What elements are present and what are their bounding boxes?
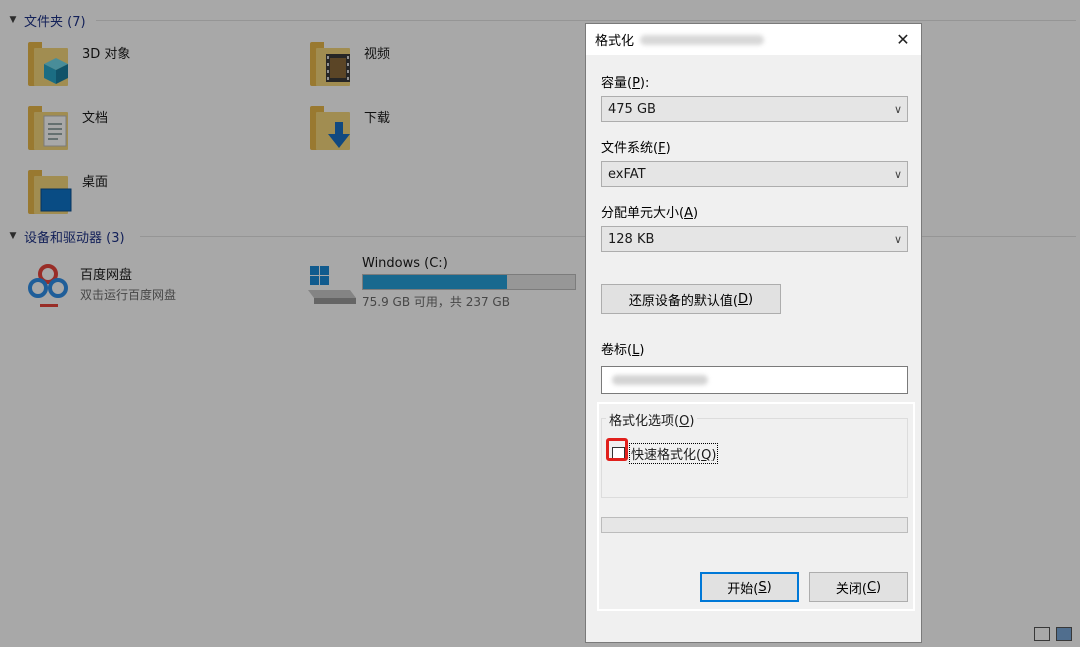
drive-usage-bar bbox=[362, 274, 576, 290]
chevron-down-icon: ▼ bbox=[9, 15, 17, 25]
desktop-folder-icon bbox=[26, 168, 76, 218]
view-toggle-group bbox=[1034, 627, 1072, 641]
chevron-down-icon: ▼ bbox=[9, 231, 17, 241]
folder-3d-objects[interactable]: 3D 对象 bbox=[26, 40, 130, 90]
folder-desktop[interactable]: 桌面 bbox=[26, 168, 108, 218]
close-icon[interactable]: ✕ bbox=[885, 24, 921, 55]
baidu-netdisk-icon bbox=[26, 262, 76, 312]
allocation-unit-label: 分配单元大小(A) bbox=[601, 206, 699, 221]
large-icons-view-icon[interactable] bbox=[1056, 627, 1072, 641]
drive-usage-fill bbox=[363, 275, 508, 289]
volume-label-input[interactable] bbox=[601, 366, 908, 394]
documents-folder-icon bbox=[26, 104, 76, 154]
windows-drive-icon bbox=[306, 256, 358, 308]
chevron-down-icon: ∨ bbox=[893, 232, 903, 246]
quick-format-label: 快速格式化(Q) bbox=[629, 443, 719, 464]
dialog-title: 格式化 bbox=[595, 34, 635, 49]
volume-label-label: 卷标(L) bbox=[601, 343, 645, 358]
drive-subtitle: 75.9 GB 可用，共 237 GB bbox=[362, 295, 510, 309]
folders-header-label: 文件夹 (7) bbox=[24, 14, 86, 30]
folder-label: 下载 bbox=[364, 111, 391, 126]
filesystem-select[interactable]: exFAT ∨ bbox=[601, 161, 908, 187]
chevron-down-icon: ∨ bbox=[893, 167, 903, 181]
filesystem-label: 文件系统(F) bbox=[601, 141, 671, 156]
redacted-drive-name bbox=[640, 34, 765, 45]
folder-documents[interactable]: 文档 bbox=[26, 104, 108, 154]
details-view-icon[interactable] bbox=[1034, 627, 1050, 641]
videos-folder-icon bbox=[308, 40, 358, 90]
redacted-volume-label bbox=[612, 375, 708, 385]
restore-defaults-button[interactable]: 还原设备的默认值(D) bbox=[601, 284, 781, 314]
folder-label: 3D 对象 bbox=[82, 47, 131, 62]
drive-name: 百度网盘 bbox=[80, 268, 133, 283]
folder-label: 文档 bbox=[82, 111, 109, 126]
3d-objects-folder-icon bbox=[26, 40, 76, 90]
folder-label: 桌面 bbox=[82, 175, 109, 190]
devices-section-header[interactable]: ▼ 设备和驱动器 (3) bbox=[6, 226, 125, 246]
quick-format-checkbox[interactable] bbox=[612, 447, 625, 460]
dialog-titlebar[interactable]: 格式化 ✕ bbox=[586, 24, 921, 55]
drive-subtitle: 双击运行百度网盘 bbox=[80, 288, 177, 302]
capacity-value: 475 GB bbox=[608, 101, 656, 117]
quick-format-option[interactable]: 快速格式化(Q) bbox=[612, 443, 719, 464]
start-button[interactable]: 开始(S) bbox=[700, 572, 799, 602]
folder-downloads[interactable]: 下载 bbox=[308, 104, 390, 154]
capacity-select[interactable]: 475 GB ∨ bbox=[601, 96, 908, 122]
capacity-label: 容量(P): bbox=[601, 76, 650, 91]
close-button[interactable]: 关闭(C) bbox=[809, 572, 908, 602]
windows-c-drive[interactable]: Windows (C:) 75.9 GB 可用，共 237 GB bbox=[306, 256, 576, 310]
downloads-folder-icon bbox=[308, 104, 358, 154]
baidu-netdisk-item[interactable]: 百度网盘 双击运行百度网盘 bbox=[26, 262, 176, 312]
filesystem-value: exFAT bbox=[608, 166, 646, 182]
devices-header-label: 设备和驱动器 (3) bbox=[24, 230, 125, 246]
format-options-legend: 格式化选项(O) bbox=[606, 410, 698, 429]
folder-videos[interactable]: 视频 bbox=[308, 40, 390, 90]
format-dialog: 格式化 ✕ 容量(P): 475 GB ∨ 文件系统(F) exFAT ∨ 分配… bbox=[585, 23, 922, 643]
allocation-unit-select[interactable]: 128 KB ∨ bbox=[601, 226, 908, 252]
folders-section-header[interactable]: ▼ 文件夹 (7) bbox=[6, 10, 86, 30]
format-progress-bar bbox=[601, 517, 908, 533]
allocation-unit-value: 128 KB bbox=[608, 231, 655, 247]
chevron-down-icon: ∨ bbox=[893, 102, 903, 116]
drive-name: Windows (C:) bbox=[362, 256, 448, 271]
folder-label: 视频 bbox=[364, 47, 391, 62]
section-divider bbox=[96, 20, 1076, 21]
